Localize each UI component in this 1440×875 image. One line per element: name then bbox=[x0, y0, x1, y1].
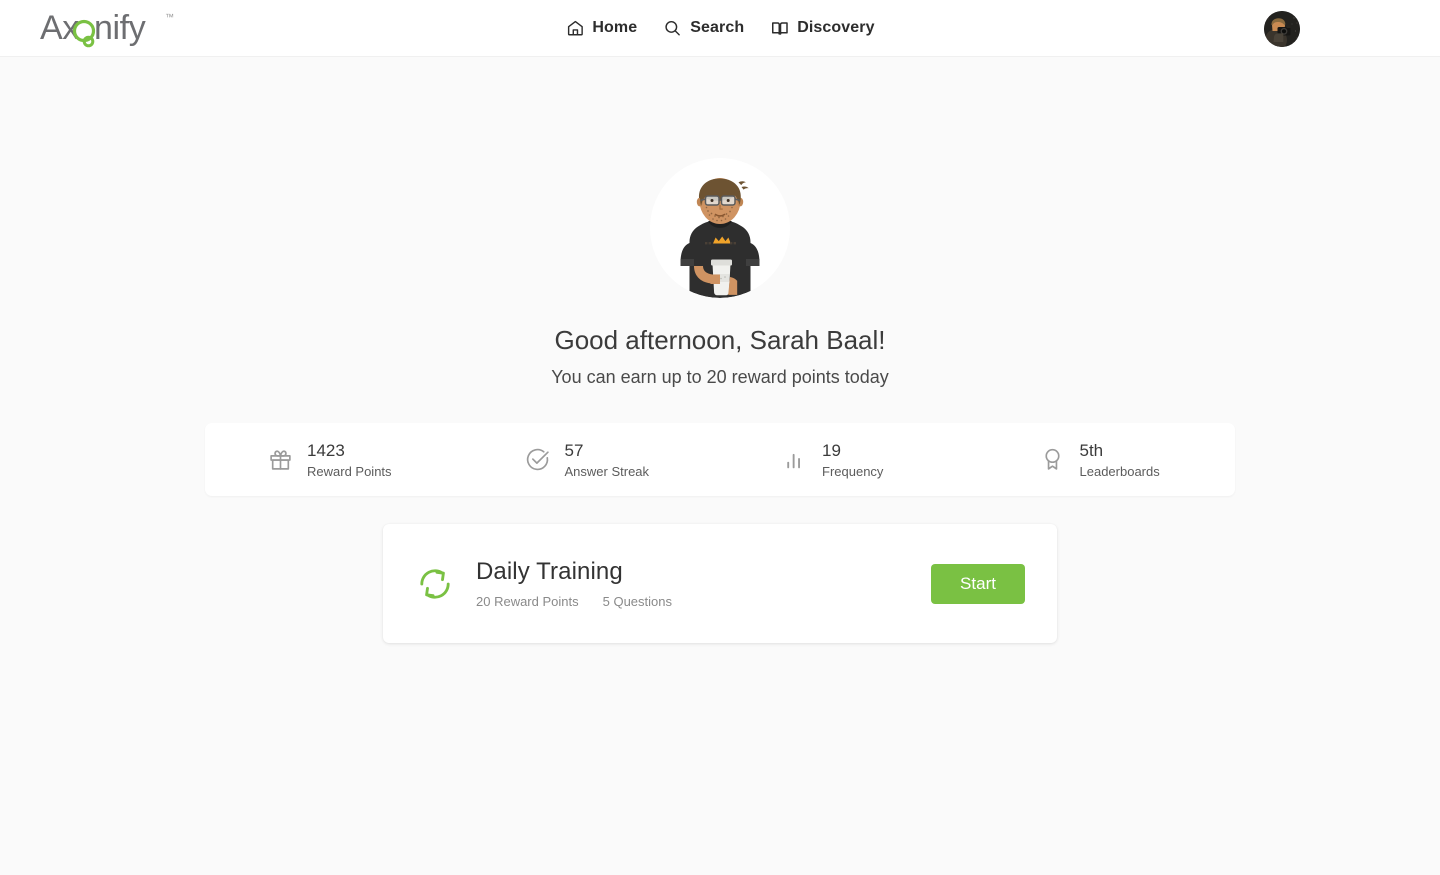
daily-training-card[interactable]: Daily Training 20 Reward Points 5 Questi… bbox=[383, 524, 1057, 643]
profile-illustration bbox=[650, 158, 790, 298]
svg-text:nify: nify bbox=[94, 9, 146, 47]
stat-label-answer-streak: Answer Streak bbox=[564, 463, 650, 479]
stat-value-reward-points: 1423 bbox=[307, 440, 345, 460]
nav-item-search[interactable]: Search bbox=[650, 12, 757, 44]
stat-value-frequency: 19 bbox=[822, 440, 841, 460]
user-avatar-image bbox=[1264, 11, 1300, 47]
app-header: Ax nify ™ Home Search Discovery bbox=[0, 0, 1440, 57]
nav-label-discovery: Discovery bbox=[797, 19, 875, 36]
training-details: Daily Training 20 Reward Points 5 Questi… bbox=[476, 557, 931, 610]
stat-label-frequency: Frequency bbox=[822, 463, 884, 479]
bar-chart-icon bbox=[782, 447, 808, 473]
user-avatar-button[interactable] bbox=[1264, 11, 1300, 47]
stat-value-answer-streak: 57 bbox=[564, 440, 584, 460]
gift-icon bbox=[267, 447, 293, 473]
primary-navigation: Home Search Discovery bbox=[552, 12, 887, 44]
stat-label-reward-points: Reward Points bbox=[307, 463, 392, 479]
nav-item-home[interactable]: Home bbox=[552, 12, 650, 44]
stat-label-leaderboards: Leaderboards bbox=[1079, 463, 1160, 479]
stat-reward-points[interactable]: 1423 Reward Points bbox=[205, 423, 463, 496]
stat-answer-streak[interactable]: 57 Answer Streak bbox=[463, 423, 721, 496]
greeting-subtext: You can earn up to 20 reward points toda… bbox=[551, 367, 889, 387]
refresh-icon bbox=[416, 565, 454, 603]
stats-bar: 1423 Reward Points 57 Answer Streak 19 F… bbox=[205, 423, 1235, 496]
axonify-logo[interactable]: Ax nify ™ bbox=[40, 9, 174, 49]
nav-label-home: Home bbox=[592, 19, 638, 36]
trademark-symbol: ™ bbox=[165, 12, 174, 22]
stat-leaderboards[interactable]: 5th Leaderboards bbox=[978, 423, 1236, 496]
check-circle-icon bbox=[525, 447, 551, 473]
home-icon bbox=[565, 19, 584, 38]
start-button[interactable]: Start bbox=[931, 563, 1025, 604]
profile-illustration-image bbox=[650, 158, 790, 298]
stat-frequency[interactable]: 19 Frequency bbox=[720, 423, 978, 496]
main-content: Good afternoon, Sarah Baal! You can earn… bbox=[0, 57, 1440, 643]
award-icon bbox=[1040, 447, 1066, 473]
book-icon bbox=[770, 19, 789, 38]
nav-item-discovery[interactable]: Discovery bbox=[757, 12, 887, 44]
greeting-heading: Good afternoon, Sarah Baal! bbox=[554, 325, 886, 355]
stat-value-leaderboards: 5th bbox=[1079, 440, 1104, 460]
search-icon bbox=[663, 19, 682, 38]
training-title: Daily Training bbox=[476, 558, 623, 585]
axonify-logo-mark: Ax nify bbox=[40, 9, 146, 48]
training-meta: 20 Reward Points 5 Questions bbox=[476, 593, 931, 610]
nav-label-search: Search bbox=[690, 19, 745, 36]
training-reward-points: 20 Reward Points bbox=[476, 594, 579, 609]
training-question-count: 5 Questions bbox=[602, 594, 672, 609]
